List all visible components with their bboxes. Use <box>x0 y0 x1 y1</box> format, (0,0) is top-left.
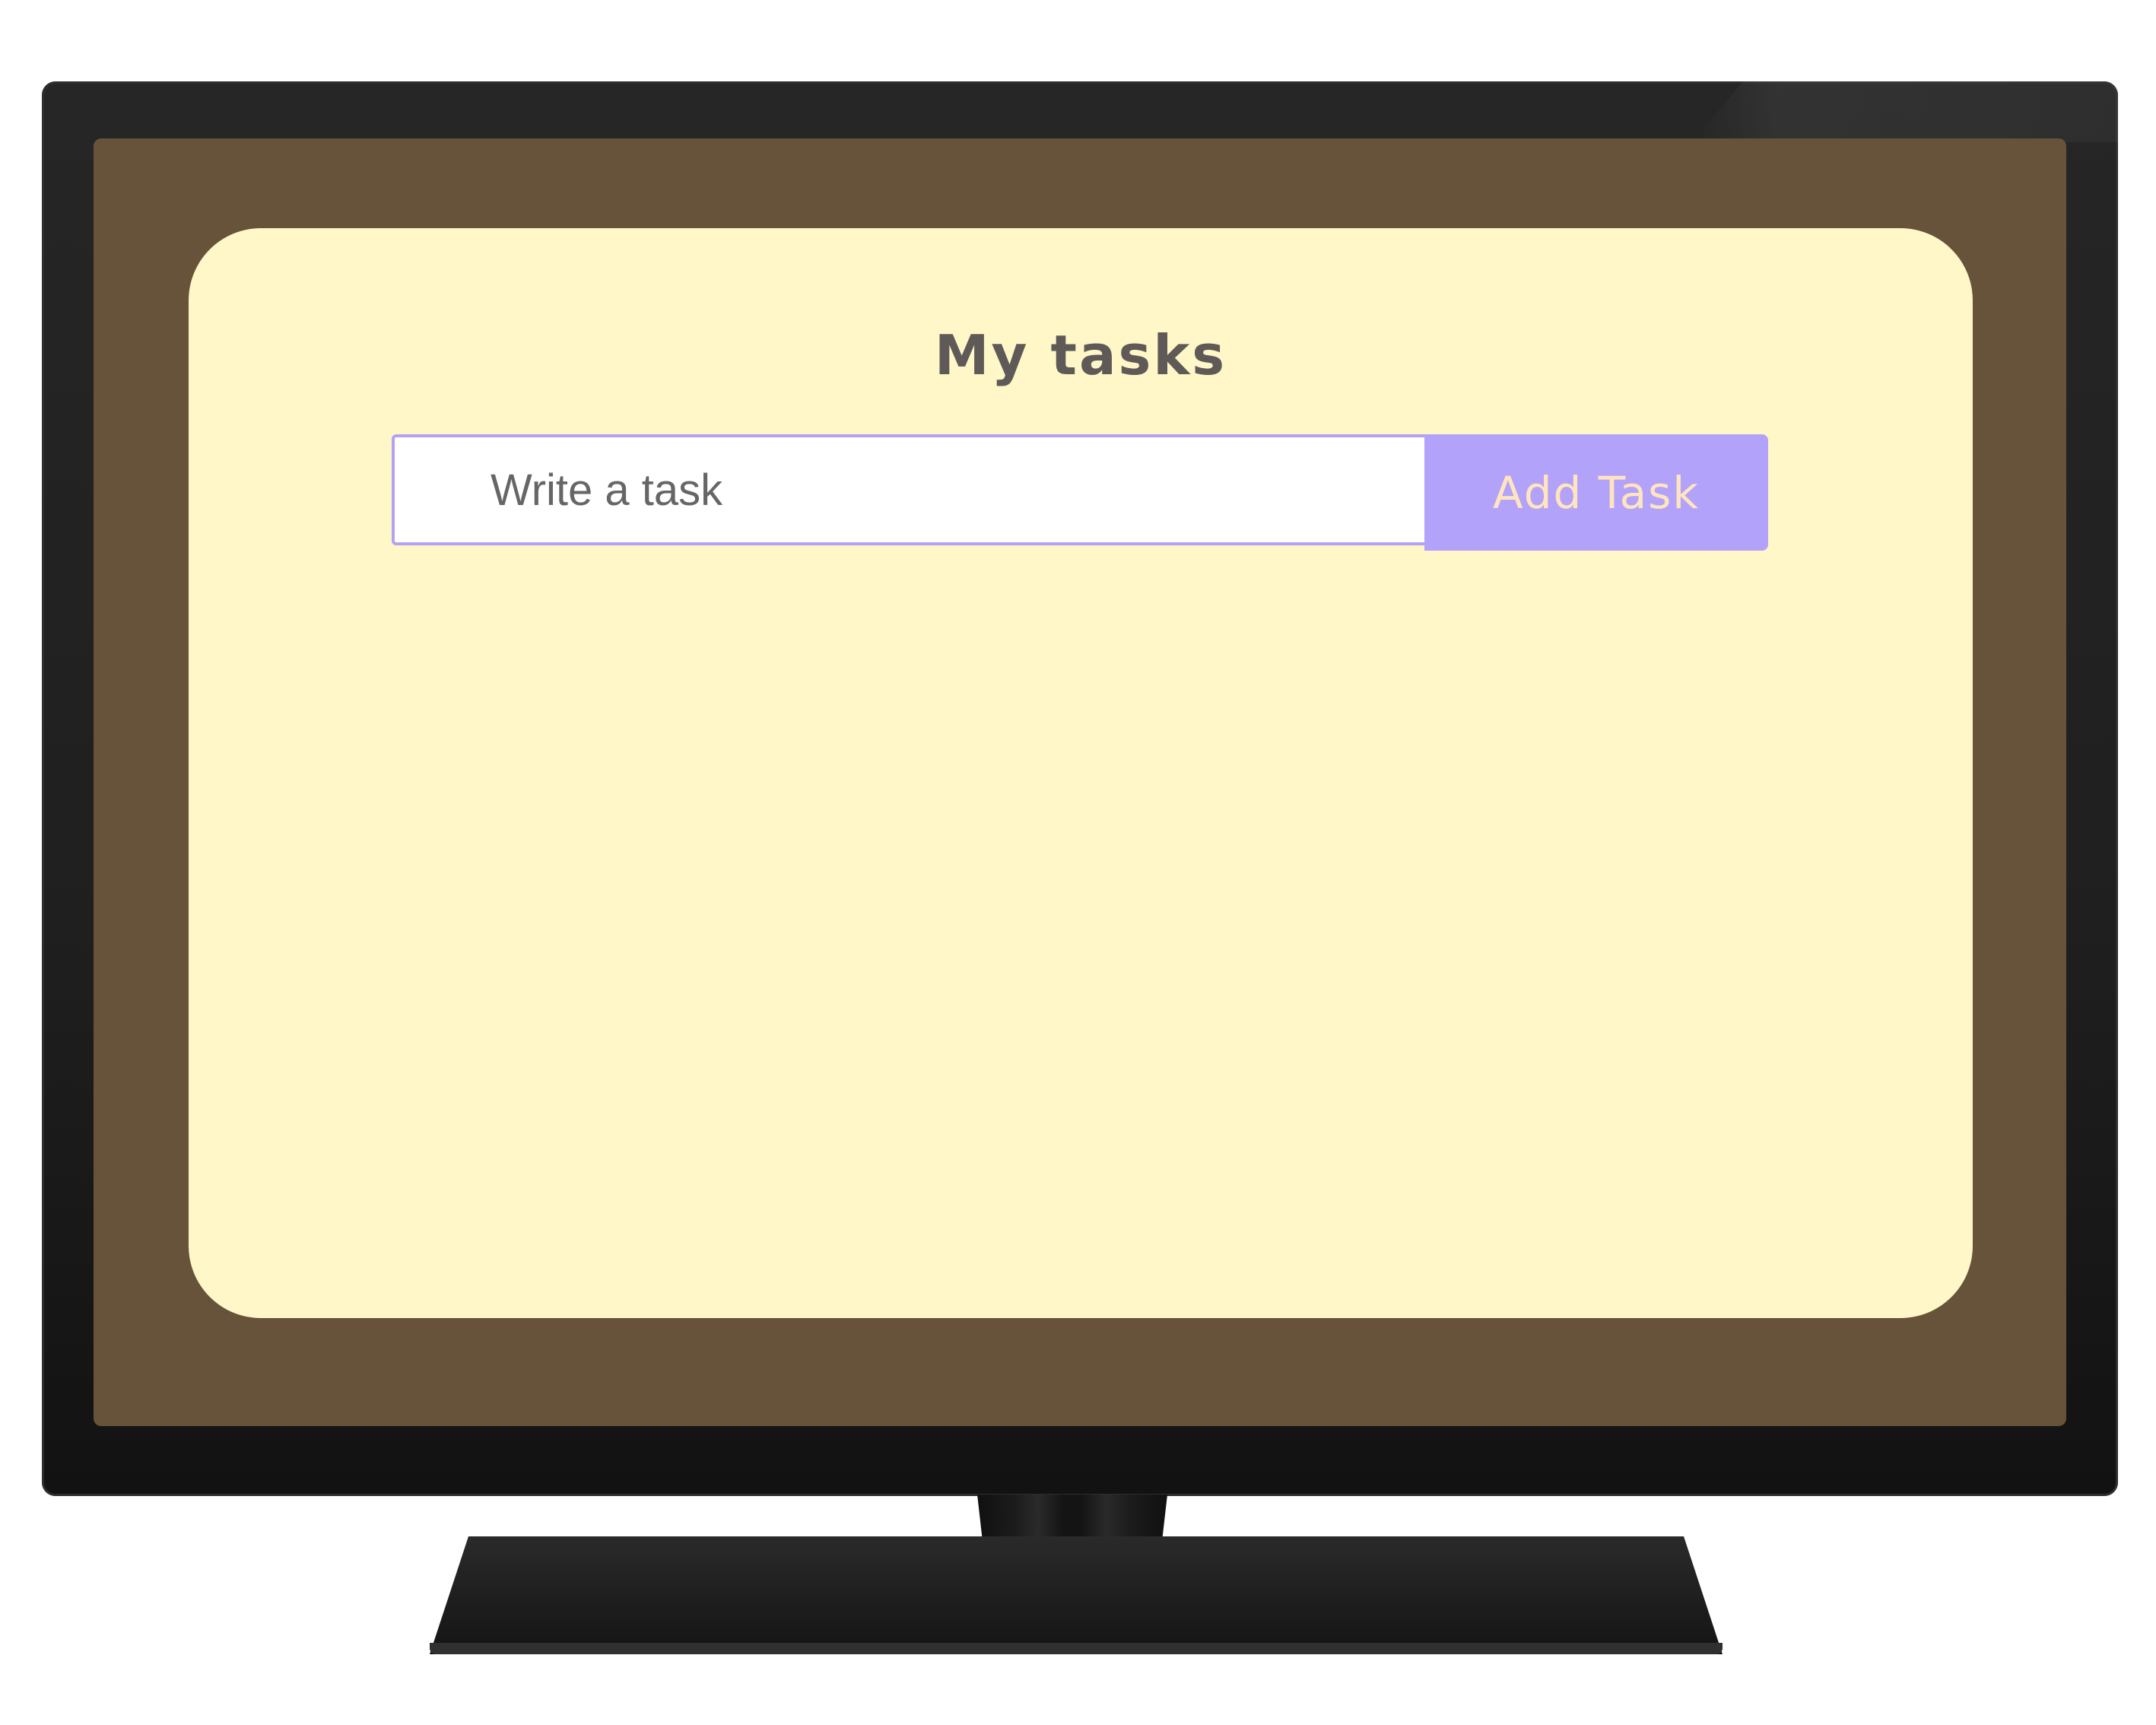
add-task-button[interactable]: Add Task <box>1424 434 1768 551</box>
stage: My tasks Add Task <box>0 0 2156 1725</box>
monitor-stand-base <box>430 1536 1723 1654</box>
monitor-stand-base-edge <box>430 1643 1723 1654</box>
todo-card: My tasks Add Task <box>189 228 1973 1318</box>
bezel-highlight <box>1692 81 2118 142</box>
page-title: My tasks <box>934 323 1227 387</box>
task-input[interactable] <box>392 434 1424 545</box>
